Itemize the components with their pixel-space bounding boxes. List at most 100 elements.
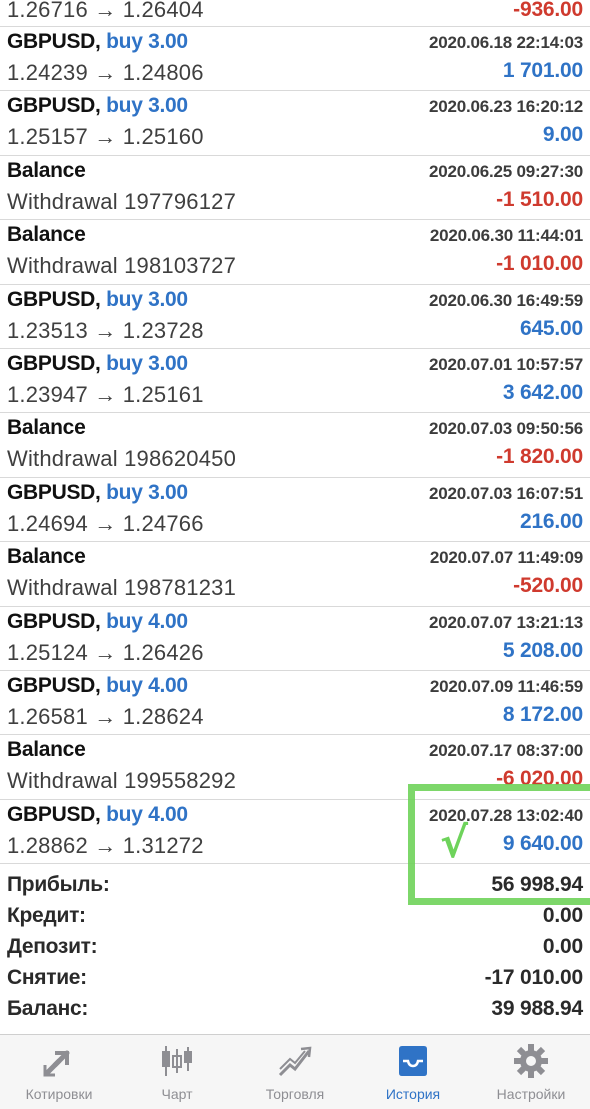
price-range: 1.23947 → 1.25161 (7, 381, 204, 407)
row-title: Balance (7, 545, 86, 569)
price-range: 1.28862 → 1.31272 (7, 832, 204, 858)
withdrawal-label: Withdrawal 198103727 (7, 253, 237, 279)
summary-label: Кредит: (7, 904, 86, 927)
deal-time: 2020.07.03 09:50:56 (428, 419, 583, 439)
symbol: Balance (7, 738, 86, 762)
row-title: GBPUSD, buy 4.00 (7, 674, 188, 698)
deal-action: buy 3.00 (106, 287, 188, 311)
summary-value: 39 988.94 (491, 997, 583, 1020)
symbol: GBPUSD, (7, 673, 101, 697)
trade-icon (278, 1046, 312, 1077)
history-row[interactable]: 1.26716 → 1.26404 -936.00 (0, 0, 590, 27)
summary-label: Снятие: (7, 966, 87, 989)
tab-settings[interactable]: Настройки (472, 1035, 590, 1109)
summary-label: Депозит: (7, 935, 98, 958)
tab-label: Торговля (265, 1086, 325, 1102)
withdrawal-label: Withdrawal 198620450 (7, 446, 237, 472)
summary-value: 0.00 (542, 904, 583, 927)
deal-time: 2020.06.30 11:44:01 (429, 226, 583, 246)
summary-value: 0.00 (542, 935, 583, 958)
deal-action: buy 3.00 (106, 94, 188, 118)
row-title: Balance (7, 738, 86, 762)
profit-amount: 1 701.00 (502, 59, 583, 82)
row-title: Balance (7, 158, 86, 183)
row-title: GBPUSD, buy 3.00 (7, 288, 188, 312)
symbol: GBPUSD, (7, 609, 101, 633)
price-range: 1.23513 → 1.23728 (7, 317, 204, 343)
row-title: GBPUSD, buy 3.00 (7, 352, 188, 376)
price-range: 1.24239 → 1.24806 (7, 60, 204, 85)
deal-time: 2020.07.01 10:57:57 (428, 354, 583, 374)
summary-row-credit: Кредит: 0.00 (0, 901, 590, 932)
summary-row-deposit: Депозит: 0.00 (0, 932, 590, 963)
history-row[interactable]: GBPUSD, buy 3.00 2020.07.03 16:07:51 1.2… (0, 478, 590, 543)
deal-time: 2020.07.07 11:49:09 (429, 548, 583, 568)
history-row[interactable]: GBPUSD, buy 3.00 2020.06.18 22:14:03 1.2… (0, 27, 590, 92)
history-row[interactable]: GBPUSD, buy 3.00 2020.06.30 16:49:59 1.2… (0, 285, 590, 349)
tab-trade[interactable]: Торговля (236, 1035, 354, 1109)
tab-label: Чарт (161, 1086, 193, 1102)
history-inbox-icon (399, 1046, 427, 1076)
row-title: GBPUSD, buy 3.00 (7, 481, 188, 505)
row-title: GBPUSD, buy 3.00 (7, 30, 188, 54)
tab-quotes[interactable]: Котировки (0, 1035, 118, 1109)
row-title: GBPUSD, buy 4.00 (7, 803, 188, 827)
profit-amount: 5 208.00 (502, 638, 583, 662)
deal-time: 2020.07.17 08:37:00 (428, 741, 583, 761)
summary-row-balance: Баланс: 39 988.94 (0, 994, 590, 1025)
quotes-icon (43, 1050, 70, 1077)
profit-amount: 645.00 (519, 316, 583, 340)
price-range: 1.26716 → 1.26404 (7, 0, 204, 22)
deal-action: buy 4.00 (106, 673, 188, 697)
deal-time: 2020.07.03 16:07:51 (428, 483, 583, 503)
row-title: GBPUSD, buy 4.00 (7, 610, 188, 634)
deal-action: buy 3.00 (106, 351, 188, 375)
profit-amount: -1 510.00 (496, 187, 583, 211)
price-range: 1.25124 → 1.26426 (7, 639, 204, 665)
tab-label: Котировки (25, 1086, 93, 1102)
deal-time: 2020.07.07 13:21:13 (428, 612, 583, 632)
history-row[interactable]: Balance 2020.07.03 09:50:56 Withdrawal 1… (0, 413, 590, 478)
history-row[interactable]: Balance 2020.06.30 11:44:01 Withdrawal 1… (0, 220, 590, 285)
price-range: 1.25157 → 1.25160 (7, 124, 204, 150)
history-row[interactable]: GBPUSD, buy 3.00 2020.06.23 16:20:12 1.2… (0, 91, 590, 156)
row-title: GBPUSD, buy 3.00 (7, 94, 188, 118)
summary-label: Прибыль: (7, 873, 110, 896)
gear-icon (514, 1044, 548, 1078)
symbol: GBPUSD, (7, 94, 101, 118)
price-range: 1.26581 → 1.28624 (7, 703, 204, 729)
deal-time: 2020.06.25 09:27:30 (428, 161, 583, 181)
summary-row-withdrawal: Снятие: -17 010.00 (0, 963, 590, 994)
summary-value: -17 010.00 (484, 966, 584, 989)
symbol: Balance (7, 158, 86, 182)
symbol: GBPUSD, (7, 351, 101, 375)
deal-time: 2020.07.09 11:46:59 (429, 676, 583, 696)
tab-label: Настройки (496, 1086, 566, 1102)
withdrawal-label: Withdrawal 198781231 (7, 575, 237, 601)
checkmark-annotation: √ (440, 818, 469, 867)
deal-action: buy 3.00 (106, 480, 188, 504)
deal-time: 2020.06.23 16:20:12 (428, 97, 583, 117)
symbol: GBPUSD, (7, 480, 101, 504)
history-list: 1.26716 → 1.26404 -936.00 GBPUSD, buy 3.… (0, 0, 590, 865)
deal-time: 2020.06.30 16:49:59 (428, 290, 583, 310)
tab-chart[interactable]: Чарт (118, 1035, 236, 1109)
history-row[interactable]: GBPUSD, buy 3.00 2020.07.01 10:57:57 1.2… (0, 349, 590, 414)
chart-candles-icon (162, 1046, 192, 1076)
history-row[interactable]: GBPUSD, buy 4.00 2020.07.09 11:46:59 1.2… (0, 671, 590, 736)
profit-amount: 8 172.00 (502, 702, 583, 726)
symbol: Balance (7, 223, 86, 247)
symbol: GBPUSD, (7, 30, 101, 53)
withdrawal-label: Withdrawal 199558292 (7, 768, 237, 794)
row-title: Balance (7, 416, 86, 440)
history-row[interactable]: GBPUSD, buy 4.00 2020.07.07 13:21:13 1.2… (0, 607, 590, 671)
row-title: Balance (7, 223, 86, 247)
profit-amount: 3 642.00 (502, 380, 583, 404)
tab-history[interactable]: История (354, 1035, 472, 1109)
symbol: Balance (7, 545, 86, 569)
history-row[interactable]: Balance 2020.07.07 11:49:09 Withdrawal 1… (0, 542, 590, 607)
profit-amount: -936.00 (513, 0, 583, 21)
highlight-annotation-box (408, 784, 590, 905)
history-row[interactable]: Balance 2020.06.25 09:27:30 Withdrawal 1… (0, 156, 590, 221)
summary-label: Баланс: (7, 997, 89, 1020)
